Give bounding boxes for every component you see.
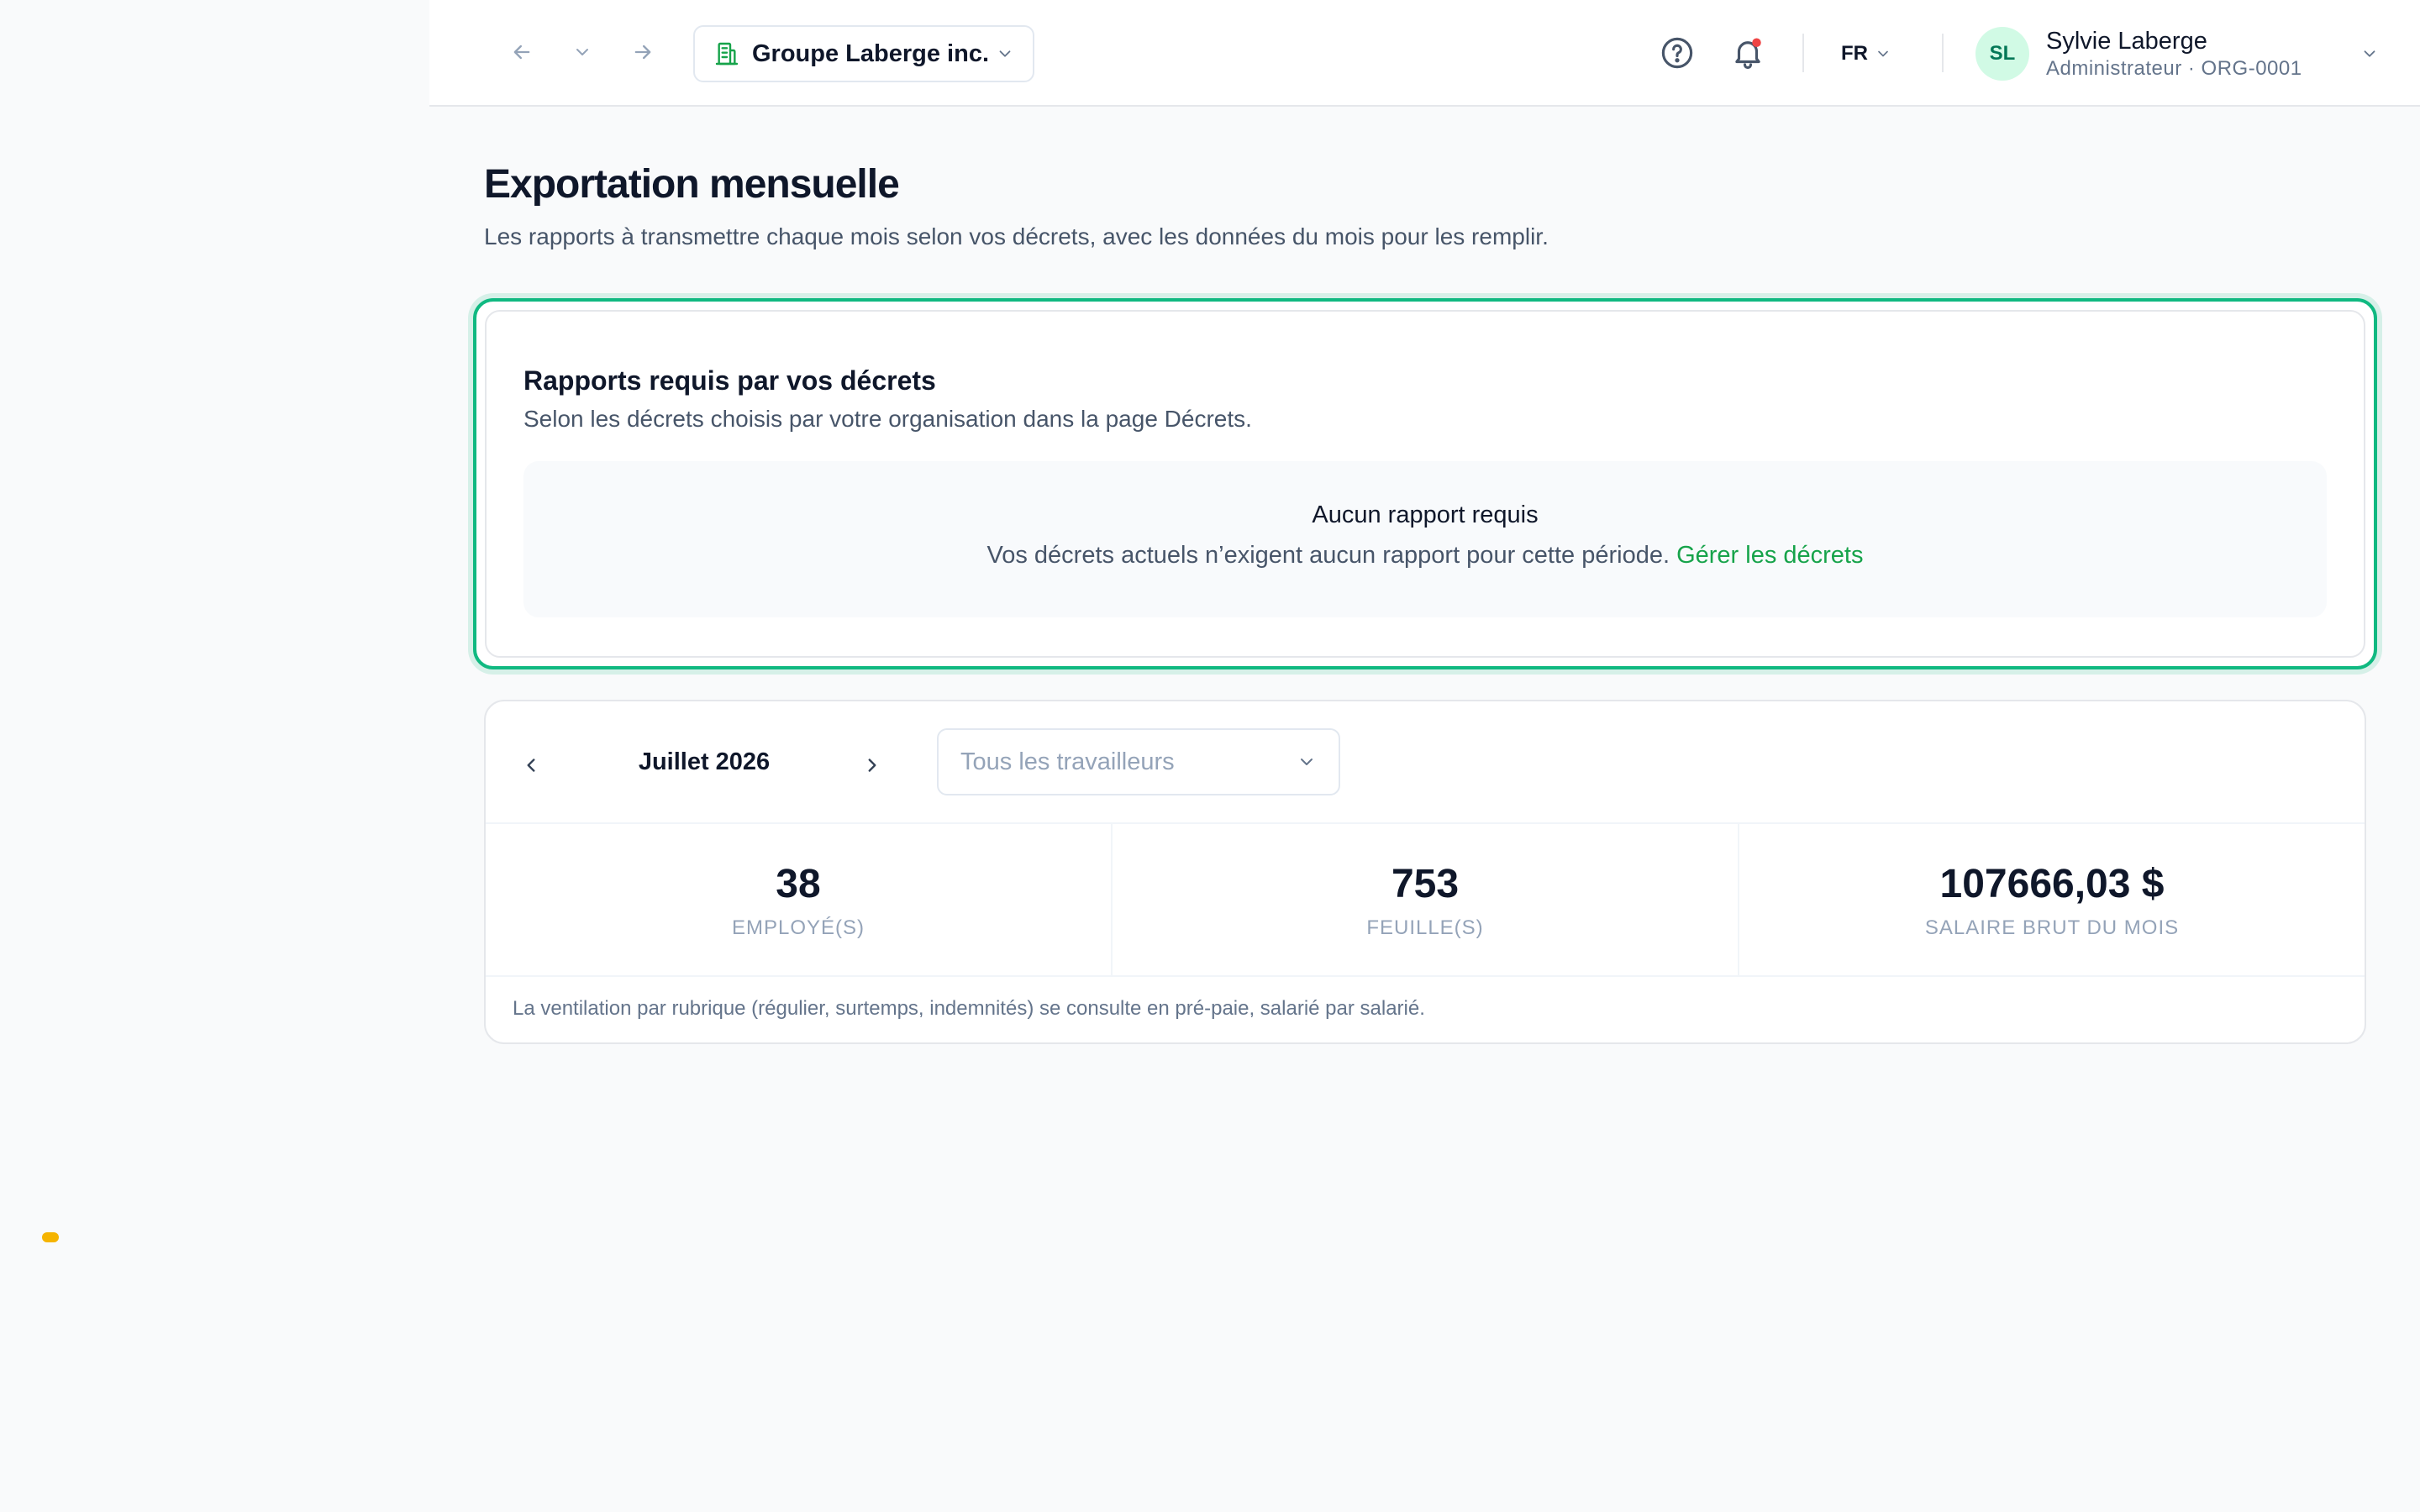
- page-title: Exportation mensuelle: [484, 162, 900, 207]
- arrow-right-icon: [634, 45, 651, 60]
- stat-label: FEUILLE(S): [1366, 916, 1484, 939]
- worker-filter-select[interactable]: Tous les travailleurs: [937, 728, 1340, 795]
- empty-state: Aucun rapport requis Vos décrets actuels…: [523, 461, 2327, 617]
- stat-value: 107666,03 $: [1939, 862, 2165, 906]
- organization-switcher[interactable]: Groupe Laberge inc.: [693, 25, 1034, 82]
- chevron-down-icon: [576, 49, 588, 55]
- section-title: Rapports requis par vos décrets: [523, 365, 936, 396]
- status-dot: [42, 1232, 59, 1242]
- notifications-button[interactable]: [1727, 32, 1769, 74]
- language-label: FR: [1841, 42, 1868, 65]
- chevron-left-icon: [527, 759, 535, 772]
- stat-value: 753: [1391, 862, 1460, 906]
- manage-decrees-link[interactable]: Gérer les décrets: [1676, 542, 1863, 569]
- stats-row: 38 EMPLOYÉ(S) 753 FEUILLE(S) 107666,03 $…: [486, 822, 2365, 977]
- user-menu[interactable]: SL Sylvie Laberge Administrateur · ORG-0…: [1975, 20, 2379, 87]
- user-role: Administrateur · ORG-0001: [2046, 57, 2302, 80]
- help-button[interactable]: [1656, 32, 1698, 74]
- chevron-down-icon: [999, 50, 1011, 57]
- back-button[interactable]: [503, 34, 540, 71]
- divider: [1942, 34, 1944, 72]
- footnote: La ventilation par rubrique (régulier, s…: [513, 997, 1425, 1020]
- required-reports-card: Rapports requis par vos décrets Selon le…: [473, 298, 2377, 669]
- previous-month-button[interactable]: [513, 747, 550, 784]
- current-month: Juillet 2026: [638, 748, 771, 775]
- next-month-button[interactable]: [854, 747, 891, 784]
- stat-label: EMPLOYÉ(S): [731, 916, 865, 939]
- stat-timesheets: 753 FEUILLE(S): [1113, 824, 1739, 975]
- chevron-down-icon: [2364, 50, 2375, 57]
- chevron-down-icon: [1301, 759, 1313, 765]
- user-name: Sylvie Laberge: [2046, 28, 2207, 55]
- top-bar: Groupe Laberge inc. FR SL Sylvie Laberge…: [429, 0, 2420, 107]
- chevron-down-icon: [1878, 50, 1888, 57]
- arrow-left-icon: [513, 45, 530, 60]
- worker-filter-value: Tous les travailleurs: [960, 748, 1175, 775]
- monthly-data-card: Juillet 2026 Tous les travailleurs 38 EM…: [484, 700, 2366, 1044]
- divider: [1802, 34, 1804, 72]
- help-circle-icon: [1661, 37, 1693, 69]
- empty-state-title: Aucun rapport requis: [1312, 501, 1539, 528]
- stat-gross-salary: 107666,03 $ SALAIRE BRUT DU MOIS: [1739, 824, 2365, 975]
- empty-state-message: Vos décrets actuels n’exigent aucun rapp…: [986, 542, 1670, 569]
- sidebar: [0, 0, 429, 1512]
- section-subtitle: Selon les décrets choisis par votre orga…: [523, 406, 1252, 432]
- bell-icon: [1735, 38, 1761, 70]
- stat-label: SALAIRE BRUT DU MOIS: [1924, 916, 2180, 939]
- page-subtitle: Les rapports à transmettre chaque mois s…: [484, 223, 1549, 249]
- organization-name: Groupe Laberge inc.: [752, 39, 989, 67]
- avatar: SL: [1975, 27, 2029, 81]
- chevron-right-icon: [868, 759, 876, 772]
- building-icon: [715, 42, 739, 66]
- language-selector[interactable]: FR: [1841, 37, 1891, 71]
- stat-value: 38: [776, 862, 821, 906]
- empty-state-text: Vos décrets actuels n’exigent aucun rapp…: [523, 542, 2327, 570]
- history-dropdown-button[interactable]: [564, 34, 601, 71]
- forward-button[interactable]: [624, 34, 661, 71]
- stat-employees: 38 EMPLOYÉ(S): [486, 824, 1113, 975]
